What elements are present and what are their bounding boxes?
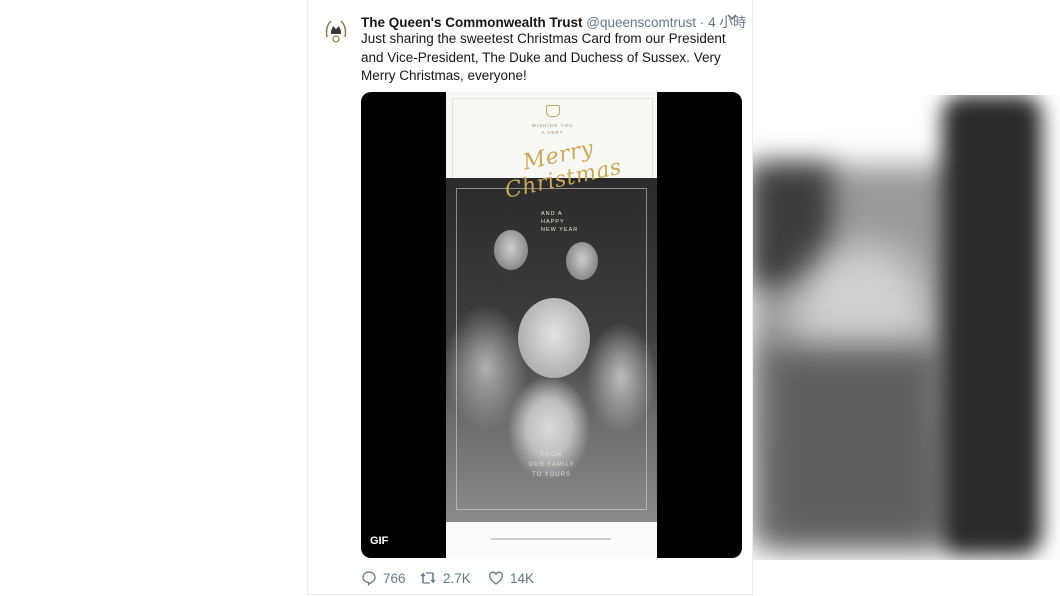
- retweet-count: 2.7K: [443, 570, 471, 586]
- card-crest-icon: [546, 105, 560, 117]
- gif-badge: GIF: [366, 533, 393, 549]
- reply-button[interactable]: 766: [361, 570, 406, 586]
- blurred-background-photo: [752, 95, 1060, 560]
- card-footer: [446, 522, 657, 558]
- card-from-text: FROM OUR FAMILY TO YOURS: [528, 452, 575, 478]
- heart-icon: [488, 571, 504, 585]
- handle[interactable]: @queenscomtrust: [586, 15, 696, 30]
- card-happy-new-year-text: AND A HAPPY NEW YEAR: [541, 211, 579, 233]
- card-wishing-text: WISHING YOU: [531, 123, 574, 128]
- card-a-very-text: A VERY: [541, 130, 564, 135]
- crest-icon: [325, 20, 347, 43]
- like-count: 14K: [510, 570, 535, 586]
- tweet-text: Just sharing the sweetest Christmas Card…: [361, 31, 726, 83]
- chevron-down-icon[interactable]: [726, 10, 738, 26]
- avatar[interactable]: [322, 16, 350, 50]
- display-name[interactable]: The Queen's Commonwealth Trust: [361, 15, 583, 30]
- like-button[interactable]: 14K: [488, 570, 534, 586]
- tweet[interactable]: The Queen's Commonwealth Trust @queensco…: [307, 0, 753, 595]
- tweet-media[interactable]: WISHING YOU A VERY FROM OUR FAMILY TO YO…: [361, 92, 742, 558]
- christmas-card-image: WISHING YOU A VERY FROM OUR FAMILY TO YO…: [446, 92, 657, 558]
- separator: ·: [699, 15, 705, 30]
- reply-count: 766: [383, 570, 406, 586]
- retweet-button[interactable]: 2.7K: [419, 570, 471, 586]
- tweet-header: The Queen's Commonwealth Trust @queensco…: [361, 10, 746, 30]
- reply-icon: [362, 571, 376, 586]
- retweet-icon: [420, 572, 436, 584]
